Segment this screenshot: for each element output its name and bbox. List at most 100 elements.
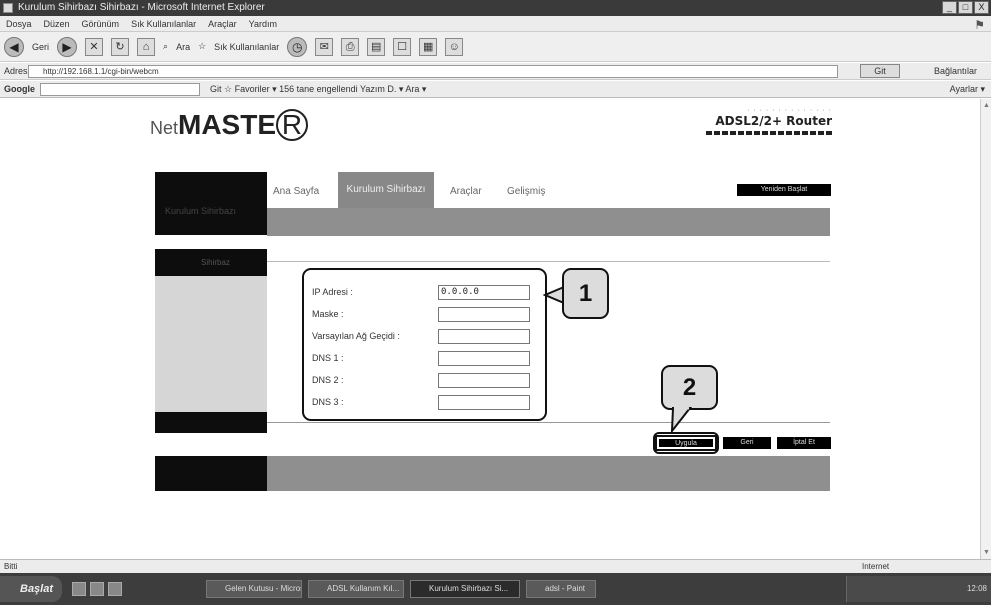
apply-button[interactable]: Uygula: [655, 435, 717, 451]
footer-left: [155, 456, 267, 491]
scroll-down-icon[interactable]: ▼: [982, 548, 991, 557]
forward-arrow-icon[interactable]: ▶: [57, 36, 78, 57]
stop-icon[interactable]: ✕: [85, 37, 104, 56]
tab-home[interactable]: Ana Sayfa: [273, 186, 319, 197]
settings-menu[interactable]: Ayarlar ▾: [950, 81, 985, 98]
ip-address-label: IP Adresi :: [312, 287, 353, 297]
dns3-label: DNS 3 :: [312, 397, 344, 407]
reboot-button[interactable]: Yeniden Başlat: [737, 184, 831, 196]
menu-view[interactable]: Görünüm: [82, 16, 120, 31]
edit-icon[interactable]: ▤: [367, 37, 386, 56]
menu-bar: Dosya Düzen Görünüm Sık Kullanılanlar Ar…: [0, 16, 991, 32]
star-icon[interactable]: ☆: [198, 41, 206, 52]
side-footer: [155, 412, 267, 433]
gateway-label: Varsayılan Ağ Geçidi :: [312, 331, 400, 341]
gateway-input[interactable]: [438, 329, 530, 344]
messenger-icon[interactable]: ☺: [445, 37, 464, 56]
print-icon[interactable]: ⎙: [341, 37, 360, 56]
product-badge: · · · · · · · · · · · · · · ADSL2/2+ Rou…: [706, 107, 832, 143]
dns2-input[interactable]: [438, 373, 530, 388]
menu-edit[interactable]: Düzen: [44, 16, 70, 31]
task-paint[interactable]: adsl - Paint: [526, 580, 596, 598]
quicklaunch-icon[interactable]: [108, 582, 122, 596]
menu-help[interactable]: Yardım: [249, 16, 277, 31]
status-bar: Bitti Internet: [0, 559, 991, 573]
google-search-input[interactable]: [40, 83, 200, 96]
back-arrow-icon[interactable]: ◀: [4, 36, 24, 57]
page-viewport: NetMASTE R · · · · · · · · · · · · · · AD…: [0, 99, 980, 559]
footer-band: [267, 456, 830, 491]
callout-1: 1: [562, 268, 609, 319]
windows-logo-icon: ⚑: [974, 18, 985, 32]
dns1-label: DNS 1 :: [312, 353, 344, 363]
mail-icon[interactable]: ✉: [315, 37, 334, 56]
menu-tools[interactable]: Araçlar: [208, 16, 237, 31]
side-header-label: Kurulum Sihirbazı: [165, 206, 237, 216]
netmaster-logo: NetMASTE R: [150, 109, 309, 141]
menu-favorites[interactable]: Sık Kullanılanlar: [131, 16, 196, 31]
research-icon[interactable]: ▦: [419, 37, 438, 56]
search-label[interactable]: Ara: [176, 42, 190, 52]
close-button[interactable]: X: [974, 1, 989, 14]
scroll-up-icon[interactable]: ▲: [982, 101, 991, 110]
product-bar: [706, 131, 832, 135]
ie-icon: [3, 3, 13, 13]
vertical-scrollbar[interactable]: ▲ ▼: [980, 99, 991, 559]
callout-2: 2: [661, 365, 718, 410]
status-text: Bitti: [4, 562, 18, 571]
history-icon[interactable]: ◷: [287, 36, 308, 57]
side-header: Kurulum Sihirbazı: [155, 172, 267, 235]
google-logo: Google: [4, 84, 35, 94]
window-title-bar: Kurulum Sihirbazı Sihirbazı - Microsoft …: [0, 0, 991, 16]
tab-tools[interactable]: Araçlar: [450, 186, 482, 197]
mask-label: Maske :: [312, 309, 344, 319]
quicklaunch-icon[interactable]: [72, 582, 86, 596]
quicklaunch-icon[interactable]: [90, 582, 104, 596]
side-section: Sihirbaz: [155, 249, 267, 276]
address-label: Adres: [4, 66, 28, 76]
maximize-button[interactable]: □: [958, 1, 973, 14]
start-button[interactable]: Başlat: [0, 576, 62, 602]
product-dots: · · · · · · · · · · · · · ·: [747, 107, 832, 114]
callout-pointer: [670, 407, 693, 433]
minimize-button[interactable]: _: [942, 1, 957, 14]
side-section-label: Sihirbaz: [201, 258, 230, 267]
ip-address-input[interactable]: 0.0.0.0: [438, 285, 530, 300]
mask-input[interactable]: [438, 307, 530, 322]
tab-setup-wizard[interactable]: Kurulum Sihirbazı: [338, 172, 434, 208]
brand-circle: R: [276, 109, 309, 141]
address-bar: Adres http://192.168.1.1/cgi-bin/webcm G…: [0, 63, 991, 80]
google-toolbar-items[interactable]: Git ☆ Favoriler ▾ 156 tane engellendi Ya…: [210, 81, 426, 98]
search-icon[interactable]: ⌕: [163, 41, 168, 52]
window-controls: _ □ X: [942, 1, 989, 14]
header-band: [267, 208, 830, 236]
task-inbox[interactable]: Gelen Kutusu - Micros...: [206, 580, 302, 598]
menu-file[interactable]: Dosya: [6, 16, 32, 31]
refresh-icon[interactable]: ↻: [111, 37, 130, 56]
home-icon[interactable]: ⌂: [137, 37, 156, 56]
task-document[interactable]: ADSL Kullanım Kıl...: [308, 580, 404, 598]
address-input[interactable]: http://192.168.1.1/cgi-bin/webcm: [28, 65, 838, 78]
task-setup-wizard[interactable]: Kurulum Sihirbazı Si...: [410, 580, 520, 598]
window-title: Kurulum Sihirbazı Sihirbazı - Microsoft …: [18, 2, 265, 13]
browser-toolbar: ◀ Geri ▶ ✕ ↻ ⌂ ⌕ Ara ☆ Sık Kullanılanlar…: [0, 32, 991, 62]
clock: 12:08: [966, 584, 987, 593]
taskbar: Başlat Gelen Kutusu - Micros... ADSL Kul…: [0, 573, 991, 605]
dns3-input[interactable]: [438, 395, 530, 410]
links-label[interactable]: Bağlantılar: [934, 63, 977, 80]
dns1-input[interactable]: [438, 351, 530, 366]
side-panel: [155, 276, 267, 412]
google-toolbar: Google Git ☆ Favoriler ▾ 156 tane engell…: [0, 81, 991, 98]
favorites-label[interactable]: Sık Kullanılanlar: [214, 42, 279, 52]
static-ip-form: IP Adresi : 0.0.0.0 Maske : Varsayılan A…: [302, 268, 547, 421]
back-label[interactable]: Geri: [32, 42, 49, 52]
discuss-icon[interactable]: ☐: [393, 37, 412, 56]
product-name: ADSL2/2+ Router: [715, 114, 832, 128]
go-button[interactable]: Git: [860, 64, 900, 78]
tab-advanced[interactable]: Gelişmiş: [507, 186, 545, 197]
system-tray: 12:08: [846, 576, 991, 602]
dns2-label: DNS 2 :: [312, 375, 344, 385]
back-button[interactable]: Geri: [723, 437, 771, 449]
security-zone: Internet: [862, 562, 890, 571]
cancel-button[interactable]: İptal Et: [777, 437, 831, 449]
